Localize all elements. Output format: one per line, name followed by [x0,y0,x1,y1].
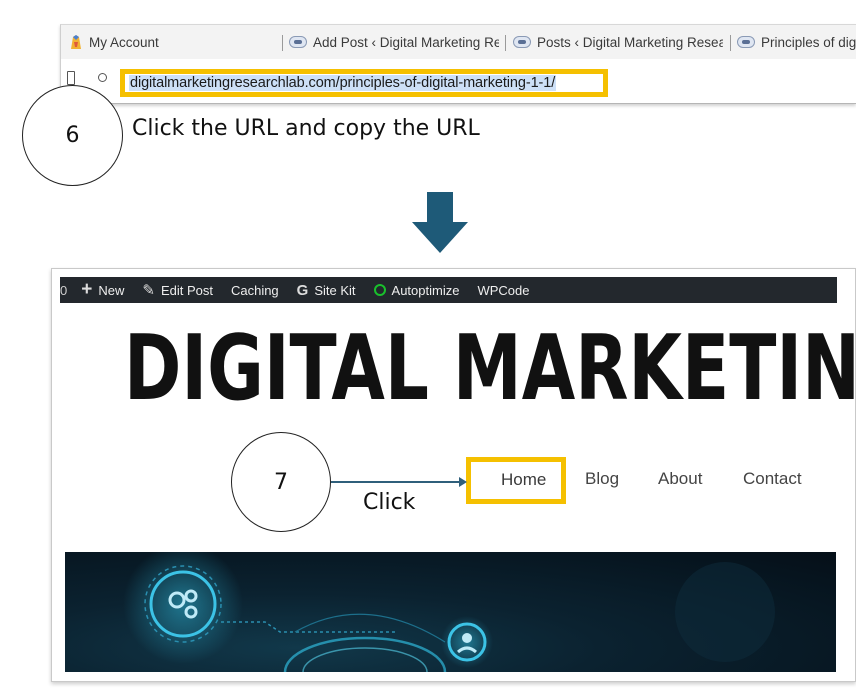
step-number: 7 [274,469,288,495]
nav-blog[interactable]: Blog [585,469,619,489]
browser-window-crop: My Account Add Post ‹ Digital Marketing … [60,24,856,104]
tab-strip: My Account Add Post ‹ Digital Marketing … [61,25,856,59]
admin-item-label: WPCode [477,282,530,298]
pointer-arrow-head-icon [459,477,467,487]
hero-banner [65,552,836,672]
admin-item-label: Edit Post [160,282,213,298]
nav-home-highlighted[interactable]: Home [466,457,566,504]
tab-label: Principles of digi [761,34,856,50]
tab-my-account[interactable]: My Account [69,31,279,53]
down-arrow-icon [412,192,468,253]
page-icon [67,71,75,85]
tab-divider [505,35,506,51]
step-6-instruction: Click the URL and copy the URL [132,116,480,141]
hero-tech-graphic [123,552,775,672]
tab-add-post[interactable]: Add Post ‹ Digital Marketing Res [289,31,499,53]
admin-edit-post[interactable]: ✎ Edit Post [142,281,213,299]
tab-label: Posts ‹ Digital Marketing Resear [537,34,723,50]
nav-contact[interactable]: Contact [743,469,802,489]
url-text[interactable]: digitalmarketingresearchlab.com/principl… [129,75,557,91]
tab-divider [282,35,283,51]
admin-wpcode[interactable]: WPCode [477,283,529,298]
account-favicon-icon [69,34,83,50]
site-info-icon[interactable] [98,73,107,82]
address-bar: digitalmarketingresearchlab.com/principl… [61,59,856,103]
wordpress-favicon-icon [513,36,531,48]
wordpress-favicon-icon [289,36,307,48]
nav-about[interactable]: About [658,469,702,489]
admin-bar-count: 0 [60,282,68,298]
step-number: 6 [65,123,80,148]
wp-admin-bar: 0 + New ✎ Edit Post Caching G Site Kit A… [60,277,837,303]
tab-label: My Account [89,34,159,50]
wordpress-favicon-icon [737,36,755,48]
tab-principles[interactable]: Principles of digi [737,31,856,53]
step-6-circle: 6 [22,85,123,186]
tab-label: Add Post ‹ Digital Marketing Res [313,34,499,50]
admin-autoptimize[interactable]: Autoptimize [373,282,460,298]
admin-item-label: New [98,282,125,298]
url-field-highlighted[interactable]: digitalmarketingresearchlab.com/principl… [120,69,608,97]
tab-posts[interactable]: Posts ‹ Digital Marketing Resear [513,31,723,53]
admin-caching[interactable]: Caching [231,283,279,298]
admin-item-label: Caching [230,282,279,298]
step-7-instruction: Click [363,490,416,515]
tab-divider [730,35,731,51]
site-logo[interactable]: DIGITAL MARKETING RES [124,323,855,413]
google-g-icon: G [296,281,309,299]
admin-site-kit[interactable]: G Site Kit [297,282,356,299]
green-ring-icon [373,284,386,296]
admin-item-label: Autoptimize [391,282,460,298]
nav-home-label[interactable]: Home [501,470,546,490]
admin-item-label: Site Kit [314,282,356,298]
plus-icon: + [81,279,93,300]
pencil-icon: ✎ [142,282,155,299]
website-crop: 0 + New ✎ Edit Post Caching G Site Kit A… [51,268,856,682]
step-7-circle: 7 [231,432,331,532]
admin-new[interactable]: + New [81,279,124,301]
pointer-arrow-line [331,481,462,483]
